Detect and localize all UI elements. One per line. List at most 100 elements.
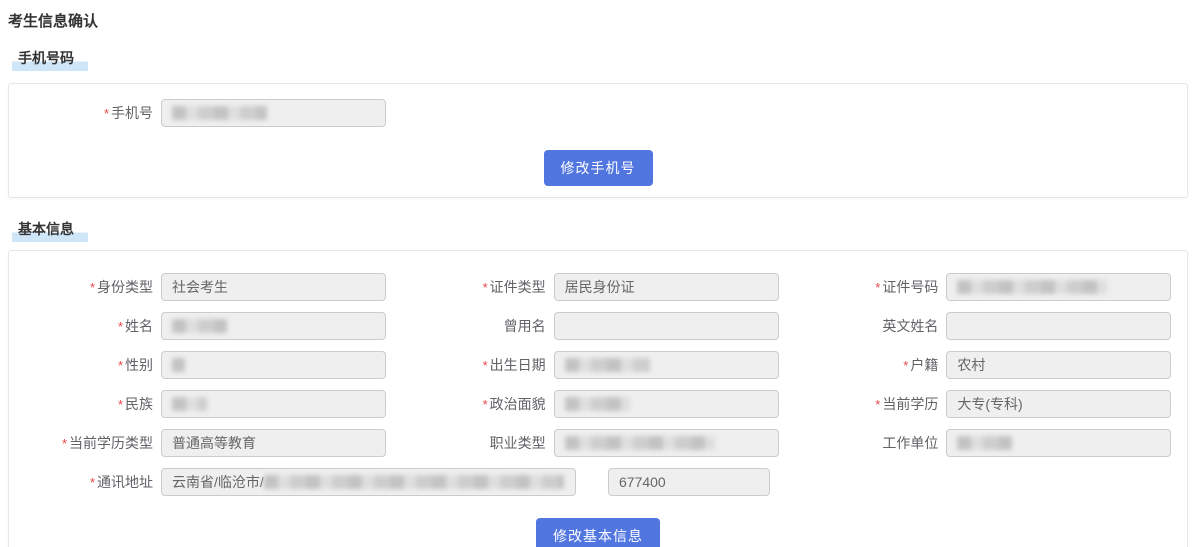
cert-number-input <box>946 273 1171 301</box>
cert-number-label: *证件号码 <box>794 277 946 297</box>
political-label: *政治面貌 <box>402 394 554 414</box>
gender-label: *性别 <box>9 355 161 375</box>
education-value: 大专(专科) <box>957 396 1022 412</box>
name-label: *姓名 <box>9 316 161 336</box>
occupation-label-text: 职业类型 <box>490 435 546 451</box>
field-english-name: 英文姓名 <box>794 312 1187 340</box>
phone-label-text: 手机号 <box>111 105 153 121</box>
change-basic-info-button[interactable]: 修改基本信息 <box>536 518 660 547</box>
basic-button-row: 修改基本信息 <box>9 518 1187 547</box>
redacted-value <box>264 475 564 489</box>
phone-panel: *手机号 修改手机号 <box>8 83 1188 198</box>
section-header-phone-label: 手机号码 <box>12 48 88 71</box>
field-household: *户籍 农村 <box>794 351 1187 379</box>
birth-date-label-text: 出生日期 <box>490 357 546 373</box>
redacted-value <box>957 280 1107 294</box>
field-birth-date: *出生日期 <box>402 351 795 379</box>
employer-label-text: 工作单位 <box>882 435 938 451</box>
birth-date-label: *出生日期 <box>402 355 554 375</box>
english-name-label: 英文姓名 <box>794 316 946 336</box>
required-marker: * <box>104 106 109 121</box>
required-marker: * <box>483 358 488 373</box>
former-name-label: 曾用名 <box>402 316 554 336</box>
required-marker: * <box>903 358 908 373</box>
address-value: 云南省/临沧市/ <box>172 474 264 490</box>
required-marker: * <box>118 397 123 412</box>
redacted-value <box>172 319 227 333</box>
field-ethnicity: *民族 <box>9 390 402 418</box>
cert-type-value: 居民身份证 <box>565 279 635 295</box>
required-marker: * <box>483 397 488 412</box>
field-cert-type: *证件类型 居民身份证 <box>402 273 795 301</box>
required-marker: * <box>90 475 95 490</box>
page-title: 考生信息确认 <box>8 10 1196 31</box>
employer-input <box>946 429 1171 457</box>
field-political: *政治面貌 <box>402 390 795 418</box>
gender-input <box>161 351 386 379</box>
postal-code-input: 677400 <box>608 468 770 496</box>
education-type-label-text: 当前学历类型 <box>69 435 153 451</box>
education-input: 大专(专科) <box>946 390 1171 418</box>
field-employer: 工作单位 <box>794 429 1187 457</box>
redacted-value <box>957 436 1012 450</box>
address-label-text: 通讯地址 <box>97 474 153 490</box>
political-input <box>554 390 779 418</box>
field-name: *姓名 <box>9 312 402 340</box>
redacted-value <box>172 358 185 372</box>
field-occupation: 职业类型 <box>402 429 795 457</box>
phone-label: *手机号 <box>9 103 161 123</box>
education-label: *当前学历 <box>794 394 946 414</box>
required-marker: * <box>875 397 880 412</box>
english-name-label-text: 英文姓名 <box>882 318 938 334</box>
required-marker: * <box>118 319 123 334</box>
former-name-label-text: 曾用名 <box>504 318 546 334</box>
redacted-value <box>172 106 267 120</box>
identity-type-label-text: 身份类型 <box>97 279 153 295</box>
household-label-text: 户籍 <box>910 357 938 373</box>
name-input <box>161 312 386 340</box>
field-education-type: *当前学历类型 普通高等教育 <box>9 429 402 457</box>
field-former-name: 曾用名 <box>402 312 795 340</box>
required-marker: * <box>483 280 488 295</box>
cert-type-input: 居民身份证 <box>554 273 779 301</box>
required-marker: * <box>875 280 880 295</box>
redacted-value <box>565 358 650 372</box>
required-marker: * <box>62 436 67 451</box>
required-marker: * <box>90 280 95 295</box>
phone-button-row: 修改手机号 <box>9 150 1187 197</box>
political-label-text: 政治面貌 <box>490 396 546 412</box>
identity-type-input: 社会考生 <box>161 273 386 301</box>
ethnicity-input <box>161 390 386 418</box>
field-education: *当前学历 大专(专科) <box>794 390 1187 418</box>
postal-code-value: 677400 <box>619 474 666 490</box>
field-cert-number: *证件号码 <box>794 273 1187 301</box>
address-label: *通讯地址 <box>9 472 161 492</box>
identity-type-value: 社会考生 <box>172 279 228 295</box>
required-marker: * <box>118 358 123 373</box>
field-address: *通讯地址 云南省/临沧市/ 677400 <box>9 468 1187 496</box>
address-input: 云南省/临沧市/ <box>161 468 576 496</box>
english-name-input <box>946 312 1171 340</box>
education-type-value: 普通高等教育 <box>172 435 256 451</box>
basic-info-panel: *身份类型 社会考生 *证件类型 居民身份证 *证件号码 *姓名 曾用名 英文姓… <box>8 250 1188 547</box>
household-value: 农村 <box>957 357 985 373</box>
phone-field: *手机号 <box>9 84 1187 127</box>
section-header-phone: 手机号码 <box>12 48 1196 71</box>
occupation-label: 职业类型 <box>402 433 554 453</box>
ethnicity-label-text: 民族 <box>125 396 153 412</box>
basic-info-grid: *身份类型 社会考生 *证件类型 居民身份证 *证件号码 *姓名 曾用名 英文姓… <box>9 251 1187 457</box>
phone-input <box>161 99 386 127</box>
redacted-value <box>565 397 630 411</box>
household-label: *户籍 <box>794 355 946 375</box>
field-identity-type: *身份类型 社会考生 <box>9 273 402 301</box>
section-header-basic: 基本信息 <box>12 219 1196 242</box>
cert-number-label-text: 证件号码 <box>882 279 938 295</box>
gender-label-text: 性别 <box>125 357 153 373</box>
section-header-basic-label: 基本信息 <box>12 219 88 242</box>
former-name-input <box>554 312 779 340</box>
name-label-text: 姓名 <box>125 318 153 334</box>
education-type-input: 普通高等教育 <box>161 429 386 457</box>
field-gender: *性别 <box>9 351 402 379</box>
ethnicity-label: *民族 <box>9 394 161 414</box>
change-phone-button[interactable]: 修改手机号 <box>544 150 653 186</box>
